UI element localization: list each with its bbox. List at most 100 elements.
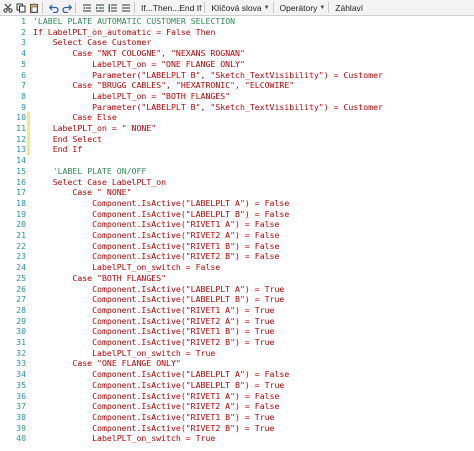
menu-if-then[interactable]: If...Then...End If (141, 3, 201, 13)
uncomment-icon[interactable] (121, 3, 131, 13)
line-number: 6 (21, 69, 26, 80)
code-text: Case "ONE FLANGE ONLY" (72, 358, 181, 369)
line-number: 20 (16, 219, 26, 230)
code-line[interactable]: 32 LabelPLT_on_switch = True (0, 348, 474, 359)
code-line[interactable]: 18 Component.IsActive("LABELPLT A") = Fal… (0, 198, 474, 209)
line-number: 38 (16, 411, 26, 422)
code-line[interactable]: 3 Select Case Customer (0, 37, 474, 48)
editor-toolbar: If...Then...End If Klíčová slova ▼ Operá… (0, 0, 474, 16)
code-line[interactable]: 24 LabelPLT_on_switch = False (0, 262, 474, 273)
code-line[interactable]: 22 Component.IsActive("RIVET1 B") = False (0, 241, 474, 252)
code-line[interactable]: 19 Component.IsActive("LABELPLT B") = Fal… (0, 209, 474, 220)
code-line[interactable]: 2 If LabelPLT_on_automatic = False Then (0, 27, 474, 38)
line-number: 23 (16, 251, 26, 262)
code-line[interactable]: 13 End If (0, 144, 474, 156)
undo-icon[interactable] (49, 3, 59, 13)
code-text: LabelPLT_on_switch = True (92, 347, 216, 358)
code-text: Component.IsActive("RIVET1 B") = True (92, 326, 275, 337)
cut-icon[interactable] (3, 3, 13, 13)
menu-headers-label: Záhlaví (335, 2, 364, 13)
line-number: 32 (16, 347, 26, 358)
code-line[interactable]: 9 Parameter("LABELPLT B", "Sketch_TextVis… (0, 102, 474, 113)
code-line[interactable]: 5 LabelPLT_on = "ONE FLANGE ONLY" (0, 59, 474, 70)
code-text: Component.IsActive("RIVET2 A") = False (92, 401, 280, 412)
code-line[interactable]: 23 Component.IsActive("RIVET2 B") = False (0, 251, 474, 262)
code-line[interactable]: 40 LabelPLT_on_switch = True (0, 433, 474, 444)
code-line[interactable]: 16 Select Case LabelPLT_on (0, 177, 474, 188)
code-text: Component.IsActive("LABELPLT A") = False (92, 369, 290, 380)
code-text: Component.IsActive("LABELPLT A") = True (92, 283, 285, 294)
line-number: 7 (21, 80, 26, 91)
code-line[interactable]: 12 End Select (0, 133, 474, 145)
code-text: LabelPLT_on_switch = False (92, 262, 221, 273)
code-text: LabelPLT_on = " NONE" (52, 123, 157, 133)
line-number: 26 (16, 283, 26, 294)
code-line[interactable]: 29 Component.IsActive("RIVET2 A") = True (0, 316, 474, 327)
code-line[interactable]: 14 (0, 155, 474, 166)
line-number: 34 (16, 369, 26, 380)
code-line[interactable]: 17 Case " NONE" (0, 187, 474, 198)
outdent-icon[interactable] (82, 3, 92, 13)
indent-icon[interactable] (95, 3, 105, 13)
code-text: Component.IsActive("RIVET2 B") = False (92, 251, 280, 262)
code-text: Case "BRUGG CABLES", "HEXATRONIC", "ELCO… (72, 80, 295, 91)
code-line[interactable]: 4 Case "NKT COLOGNE", "NEXANS ROGNAN" (0, 48, 474, 59)
change-marker (27, 123, 30, 134)
code-line[interactable]: 11 LabelPLT_on = " NONE" (0, 123, 474, 134)
code-text: Parameter("LABELPLT B", "Sketch_TextVisi… (92, 69, 383, 80)
menu-operators[interactable]: Operátory ▼ (280, 3, 326, 13)
code-text: Component.IsActive("RIVET2 B") = True (92, 337, 275, 347)
code-line[interactable]: 10 Case Else (0, 112, 474, 123)
line-number: 13 (16, 144, 26, 155)
code-editor[interactable]: 1 'LABEL PLATE AUTOMATIC CUSTOMER SELECTI… (0, 16, 474, 451)
code-line[interactable]: 1 'LABEL PLATE AUTOMATIC CUSTOMER SELECTI… (0, 16, 474, 27)
comment-icon[interactable] (108, 3, 118, 13)
line-number: 5 (21, 58, 26, 69)
code-text: Component.IsActive("RIVET2 B") = True (92, 422, 275, 433)
code-text: Component.IsActive("LABELPLT B") = False (92, 208, 290, 219)
line-number: 33 (16, 358, 26, 369)
code-line[interactable]: 7 Case "BRUGG CABLES", "HEXATRONIC", "ELC… (0, 80, 474, 91)
chevron-down-icon: ▼ (263, 4, 270, 11)
code-text: Select Case Customer (52, 37, 152, 48)
code-line[interactable]: 28 Component.IsActive("RIVET1 A") = True (0, 305, 474, 316)
code-line[interactable]: 8 LabelPLT_on = "BOTH FLANGES" (0, 91, 474, 102)
code-line[interactable]: 33 Case "ONE FLANGE ONLY" (0, 358, 474, 369)
code-line[interactable]: 20 Component.IsActive("RIVET1 A") = False (0, 219, 474, 230)
line-number: 17 (16, 187, 26, 198)
code-text: Component.IsActive("RIVET1 A") = True (92, 304, 275, 315)
paste-icon[interactable] (29, 3, 39, 13)
line-number: 22 (16, 240, 26, 251)
code-line[interactable]: 34 Component.IsActive("LABELPLT A") = Fal… (0, 369, 474, 380)
code-text: Component.IsActive("LABELPLT A") = False (92, 197, 290, 208)
code-line[interactable]: 39 Component.IsActive("RIVET2 B") = True (0, 423, 474, 434)
code-line[interactable]: 36 Component.IsActive("RIVET1 A") = False (0, 391, 474, 402)
code-line[interactable]: 37 Component.IsActive("RIVET2 A") = False (0, 401, 474, 412)
code-line[interactable]: 21 Component.IsActive("RIVET2 A") = False (0, 230, 474, 241)
line-number: 31 (16, 337, 26, 347)
code-line[interactable]: 30 Component.IsActive("RIVET1 B") = True (0, 326, 474, 337)
code-line[interactable]: 26 Component.IsActive("LABELPLT A") = Tru… (0, 284, 474, 295)
code-line[interactable]: 25 Case "BOTH FLANGES" (0, 273, 474, 284)
menu-headers[interactable]: Záhlaví (335, 3, 363, 13)
code-text: LabelPLT_on_switch = True (92, 433, 216, 444)
copy-icon[interactable] (16, 3, 26, 13)
code-text: Component.IsActive("RIVET1 B") = False (92, 240, 280, 251)
line-number: 39 (16, 422, 26, 433)
code-line[interactable]: 31 Component.IsActive("RIVET2 B") = True (0, 337, 474, 348)
line-number: 4 (21, 48, 26, 59)
code-text: LabelPLT_on = "ONE FLANGE ONLY" (92, 58, 245, 69)
code-text: If LabelPLT_on_automatic = False Then (33, 26, 216, 37)
code-line[interactable]: 15 'LABEL PLATE ON/OFF (0, 166, 474, 177)
code-text: Component.IsActive("RIVET1 A") = False (92, 219, 280, 230)
code-text: Case " NONE" (72, 187, 132, 198)
redo-icon[interactable] (62, 3, 72, 13)
code-comment: 'LABEL PLATE ON/OFF (52, 165, 147, 176)
code-line[interactable]: 38 Component.IsActive("RIVET1 B") = True (0, 412, 474, 423)
menu-keywords[interactable]: Klíčová slova ▼ (211, 3, 269, 13)
code-line[interactable]: 6 Parameter("LABELPLT B", "Sketch_TextVis… (0, 70, 474, 81)
code-line[interactable]: 27 Component.IsActive("LABELPLT B") = Tru… (0, 294, 474, 305)
line-number: 16 (16, 176, 26, 187)
line-number: 24 (16, 262, 26, 273)
code-line[interactable]: 35 Component.IsActive("LABELPLT B") = Tru… (0, 380, 474, 391)
